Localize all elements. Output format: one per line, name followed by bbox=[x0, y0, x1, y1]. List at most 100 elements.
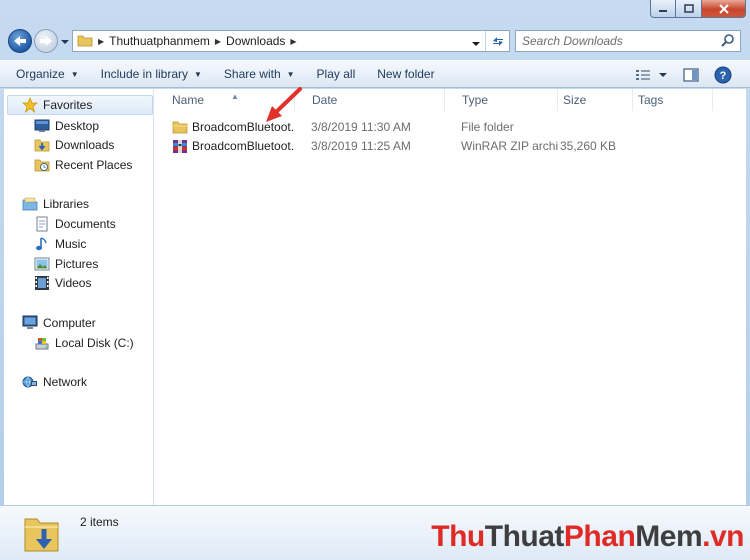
music-icon bbox=[34, 236, 50, 252]
nav-network-label: Network bbox=[43, 375, 88, 389]
downloads-folder-icon bbox=[22, 511, 62, 558]
address-row: ▶ Thuthuatphanmem ▶ Downloads ▶ bbox=[0, 26, 750, 56]
nav-documents-label: Documents bbox=[55, 217, 116, 231]
new-folder-label: New folder bbox=[377, 67, 435, 81]
folder-icon bbox=[77, 33, 93, 50]
forward-button[interactable] bbox=[34, 29, 58, 53]
breadcrumb-separator-icon[interactable]: ▶ bbox=[98, 37, 104, 46]
breadcrumb-separator-icon[interactable]: ▶ bbox=[290, 37, 296, 46]
breadcrumb-separator-icon[interactable]: ▶ bbox=[215, 37, 221, 46]
maximize-button[interactable] bbox=[676, 0, 702, 18]
back-button[interactable] bbox=[8, 29, 32, 53]
nav-desktop-label: Desktop bbox=[55, 119, 100, 133]
caption-buttons bbox=[650, 0, 746, 18]
sort-ascending-icon: ▲ bbox=[231, 92, 239, 101]
help-icon: ? bbox=[714, 66, 732, 84]
nav-network[interactable]: Network bbox=[22, 372, 87, 392]
file-row[interactable]: BroadcomBluetoot... 3/8/2019 11:30 AM Fi… bbox=[155, 117, 746, 137]
view-options-dropdown[interactable] bbox=[656, 64, 670, 86]
file-list-pane: ▲ Name Date Type Size Tags BroadcomBluet… bbox=[155, 89, 746, 505]
address-history-dropdown[interactable] bbox=[471, 37, 481, 51]
file-date: 3/8/2019 11:30 AM bbox=[311, 120, 411, 134]
file-type: WinRAR ZIP archive bbox=[461, 139, 558, 153]
recent-pages-dropdown[interactable] bbox=[60, 36, 70, 46]
column-header-type-label: Type bbox=[462, 93, 489, 107]
recent-places-icon bbox=[34, 157, 50, 173]
nav-music-label: Music bbox=[55, 237, 87, 251]
search-icon[interactable] bbox=[721, 33, 735, 50]
include-in-library-button[interactable]: Include in library ▼ bbox=[93, 63, 210, 85]
column-header-date[interactable]: Date bbox=[295, 89, 445, 111]
include-in-library-label: Include in library bbox=[100, 67, 188, 81]
network-icon bbox=[22, 374, 38, 390]
change-view-button[interactable] bbox=[630, 64, 656, 86]
share-with-button[interactable]: Share with ▼ bbox=[216, 63, 303, 85]
search-input[interactable] bbox=[516, 32, 721, 50]
nav-recent-places[interactable]: Recent Places bbox=[34, 155, 132, 175]
play-all-label: Play all bbox=[316, 67, 356, 81]
chevron-down-icon: ▼ bbox=[286, 69, 295, 79]
nav-downloads[interactable]: Downloads bbox=[34, 135, 114, 155]
refresh-button[interactable] bbox=[485, 31, 509, 51]
file-row[interactable]: BroadcomBluetoot... 3/8/2019 11:25 AM Wi… bbox=[155, 136, 746, 156]
minimize-button[interactable] bbox=[650, 0, 676, 18]
chevron-down-icon bbox=[61, 40, 69, 44]
nav-favorites-label: Favorites bbox=[43, 98, 93, 112]
folder-icon bbox=[172, 119, 188, 135]
nav-favorites[interactable]: Favorites bbox=[7, 95, 153, 115]
nav-local-disk-label: Local Disk (C:) bbox=[55, 336, 134, 350]
breadcrumb-thuthuatphanmem[interactable]: Thuthuatphanmem bbox=[109, 34, 210, 48]
star-icon bbox=[22, 97, 38, 113]
watermark-part: .vn bbox=[702, 520, 744, 553]
nav-desktop[interactable]: Desktop bbox=[34, 116, 99, 136]
chevron-down-icon: ▼ bbox=[194, 69, 202, 79]
arrow-right-icon bbox=[40, 36, 52, 46]
documents-icon bbox=[34, 216, 50, 232]
watermark: ThuThuatPhanMem.vn bbox=[431, 520, 744, 554]
search-box[interactable] bbox=[515, 30, 741, 52]
nav-computer-label: Computer bbox=[43, 316, 96, 330]
file-type: File folder bbox=[461, 120, 514, 134]
nav-documents[interactable]: Documents bbox=[34, 214, 116, 234]
watermark-part: Thuat bbox=[484, 520, 565, 553]
preview-pane-icon bbox=[683, 68, 699, 82]
nav-pictures-label: Pictures bbox=[55, 257, 99, 271]
details-pane: 2 items ThuThuatPhanMem.vn bbox=[0, 505, 750, 560]
nav-computer[interactable]: Computer bbox=[22, 313, 96, 333]
nav-videos[interactable]: Videos bbox=[34, 273, 91, 293]
watermark-part: Thu bbox=[431, 520, 485, 553]
file-name: BroadcomBluetoot... bbox=[192, 139, 295, 153]
nav-music[interactable]: Music bbox=[34, 234, 86, 254]
column-header-tags[interactable]: Tags bbox=[633, 89, 713, 111]
column-header-type[interactable]: Type bbox=[445, 89, 558, 111]
file-date: 3/8/2019 11:25 AM bbox=[311, 139, 411, 153]
file-name-cell[interactable]: BroadcomBluetoot... bbox=[155, 138, 295, 154]
arrow-left-icon bbox=[14, 36, 26, 46]
address-bar[interactable]: ▶ Thuthuatphanmem ▶ Downloads ▶ bbox=[72, 30, 510, 52]
watermark-part: Mem bbox=[635, 520, 703, 553]
column-headers: ▲ Name Date Type Size Tags bbox=[155, 89, 746, 111]
file-size: 35,260 KB bbox=[560, 139, 617, 153]
breadcrumb-downloads[interactable]: Downloads bbox=[226, 34, 285, 48]
new-folder-button[interactable]: New folder bbox=[369, 63, 442, 85]
desktop-icon bbox=[34, 118, 50, 134]
column-header-date-label: Date bbox=[312, 93, 338, 107]
organize-button[interactable]: Organize ▼ bbox=[8, 63, 87, 85]
watermark-part: Phan bbox=[563, 520, 636, 553]
item-count: 2 items bbox=[80, 515, 119, 529]
libraries-icon bbox=[22, 196, 38, 212]
nav-local-disk[interactable]: Local Disk (C:) bbox=[34, 333, 134, 353]
pictures-icon bbox=[34, 256, 50, 272]
svg-text:?: ? bbox=[720, 70, 727, 82]
nav-libraries[interactable]: Libraries bbox=[22, 194, 89, 214]
help-button[interactable]: ? bbox=[710, 64, 736, 86]
close-button[interactable] bbox=[702, 0, 746, 18]
play-all-button[interactable]: Play all bbox=[309, 63, 364, 85]
column-header-size[interactable]: Size bbox=[558, 89, 633, 111]
chevron-down-icon bbox=[472, 42, 480, 46]
nav-pictures[interactable]: Pictures bbox=[34, 254, 98, 274]
nav-recent-places-label: Recent Places bbox=[55, 158, 133, 172]
preview-pane-button[interactable] bbox=[678, 64, 704, 86]
minimize-icon bbox=[659, 9, 667, 12]
annotation-arrow-icon bbox=[266, 87, 302, 122]
